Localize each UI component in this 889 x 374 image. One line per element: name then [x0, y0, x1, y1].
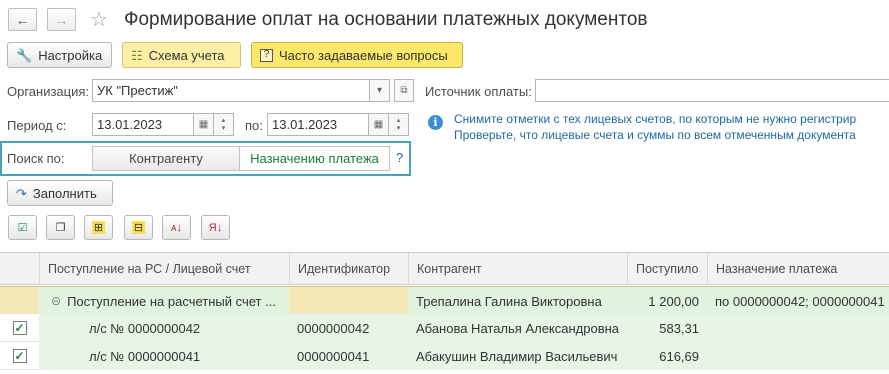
chevron-down-icon: ▾ — [376, 85, 383, 96]
period-to-field[interactable]: 13.01.2023 — [267, 113, 369, 136]
chevron-up-icon: ▴ — [396, 116, 401, 124]
column-header-check[interactable] — [0, 253, 39, 285]
row-checkbox[interactable]: ✓ — [12, 321, 27, 335]
arrow-right-icon: → — [54, 11, 69, 28]
fill-arrow-icon: ↷ — [16, 185, 27, 201]
received-cell: 583,31 — [627, 314, 707, 342]
info-icon: i — [428, 115, 443, 130]
wrench-icon: 🔧 — [16, 47, 33, 63]
check-all-button[interactable]: ☑ — [8, 215, 37, 240]
chevron-down-icon: ▾ — [221, 124, 226, 132]
identifier-cell: 0000000042 — [289, 314, 408, 342]
source-label: Источник оплаты: — [425, 84, 532, 99]
column-header-identifier[interactable]: Идентификатор — [289, 253, 408, 285]
collapse-group-icon[interactable]: ⊝ — [51, 294, 61, 308]
faq-button[interactable]: ? Часто задаваемые вопросы — [251, 42, 463, 68]
period-to-label: по: — [245, 118, 263, 133]
sort-ascending-button[interactable]: ᴀ↓ — [162, 215, 191, 240]
hierarchy-icon: ☷ — [131, 47, 143, 63]
expand-icon: ⊞ — [91, 221, 106, 234]
organization-dropdown-button[interactable]: ▾ — [370, 79, 390, 102]
organization-field[interactable]: УК "Престиж" — [92, 79, 370, 102]
forward-button[interactable]: → — [47, 8, 76, 31]
received-cell: 616,69 — [627, 342, 707, 370]
sort-ascending-icon: ᴀ↓ — [171, 221, 182, 234]
account-cell: л/с № 0000000042 — [39, 314, 289, 342]
purpose-cell — [707, 314, 889, 342]
source-field[interactable] — [535, 79, 889, 102]
counterparty-cell: Абакушин Владимир Васильевич — [408, 342, 627, 370]
period-to-stepper[interactable]: ▴ ▾ — [389, 113, 409, 136]
table-row[interactable]: ✓ л/с № 0000000042 0000000042 Абанова На… — [0, 314, 889, 342]
period-from-stepper[interactable]: ▴ ▾ — [214, 113, 234, 136]
group-purpose-cell: по 0000000042; 0000000041 — [707, 287, 889, 315]
calendar-icon: ▦ — [198, 119, 209, 130]
arrow-left-icon: ← — [15, 11, 30, 28]
period-from-calendar-button[interactable]: ▦ — [194, 113, 214, 136]
payments-table: Поступление на РС / Лицевой счет Идентиф… — [0, 252, 889, 374]
chevron-down-icon: ▾ — [396, 124, 401, 132]
calendar-icon: ▦ — [373, 119, 384, 130]
uncheck-all-button[interactable]: ❐ — [46, 215, 75, 240]
page-title: Формирование оплат на основании платежны… — [124, 9, 648, 30]
column-header-received[interactable]: Поступило — [627, 253, 707, 285]
column-header-account[interactable]: Поступление на РС / Лицевой счет — [39, 253, 289, 285]
open-icon: ⧉ — [400, 85, 408, 96]
search-by-purpose-option[interactable]: Назначению платежа — [239, 146, 390, 171]
period-to-calendar-button[interactable]: ▦ — [369, 113, 389, 136]
search-by-counterparty-option[interactable]: Контрагенту — [92, 146, 240, 171]
fill-button[interactable]: ↷ Заполнить — [7, 180, 113, 206]
organization-label: Организация: — [7, 84, 90, 99]
help-icon: ? — [260, 48, 273, 62]
column-header-purpose[interactable]: Назначение платежа — [707, 253, 889, 285]
favorite-star-icon[interactable]: ☆ — [90, 7, 108, 32]
group-counterparty-cell: Трепалина Галина Викторовна — [408, 287, 627, 315]
row-checkbox[interactable]: ✓ — [12, 349, 27, 363]
info-line-2: Проверьте, что лицевые счета и суммы по … — [454, 128, 856, 142]
table-header: Поступление на РС / Лицевой счет Идентиф… — [0, 253, 889, 285]
period-from-label: Период с: — [7, 118, 67, 133]
group-account-cell: Поступление на расчетный счет ... — [67, 293, 276, 309]
scheme-button[interactable]: ☷ Схема учета — [122, 42, 241, 68]
collapse-icon: ⊟ — [131, 221, 146, 234]
search-by-label: Поиск по: — [7, 151, 65, 166]
table-row[interactable]: ✓ л/с № 0000000041 0000000041 Абакушин В… — [0, 342, 889, 370]
account-cell: л/с № 0000000041 — [39, 342, 289, 370]
column-header-counterparty[interactable]: Контрагент — [408, 253, 627, 285]
period-from-field[interactable]: 13.01.2023 — [92, 113, 194, 136]
back-button[interactable]: ← — [8, 8, 37, 31]
group-received-cell: 1 200,00 — [627, 287, 707, 315]
expand-button[interactable]: ⊞ — [84, 215, 113, 240]
table-group-row[interactable]: ⊝ Поступление на расчетный счет ... Треп… — [0, 286, 889, 315]
purpose-cell — [707, 342, 889, 370]
check-all-icon: ☑ — [17, 222, 28, 234]
organization-open-button[interactable]: ⧉ — [394, 79, 414, 102]
uncheck-all-icon: ❐ — [55, 222, 66, 234]
info-line-1: Снимите отметки с тех лицевых счетов, по… — [454, 112, 857, 126]
sort-descending-button[interactable]: Я↓ — [201, 215, 230, 240]
help-question-icon[interactable]: ? — [396, 150, 403, 165]
identifier-cell: 0000000041 — [289, 342, 408, 370]
sort-descending-icon: Я↓ — [208, 221, 223, 234]
settings-button[interactable]: 🔧 Настройка — [7, 42, 112, 68]
collapse-button[interactable]: ⊟ — [124, 215, 153, 240]
counterparty-cell: Абанова Наталья Александровна — [408, 314, 627, 342]
chevron-up-icon: ▴ — [221, 116, 226, 124]
group-identifier-cell — [289, 287, 408, 315]
